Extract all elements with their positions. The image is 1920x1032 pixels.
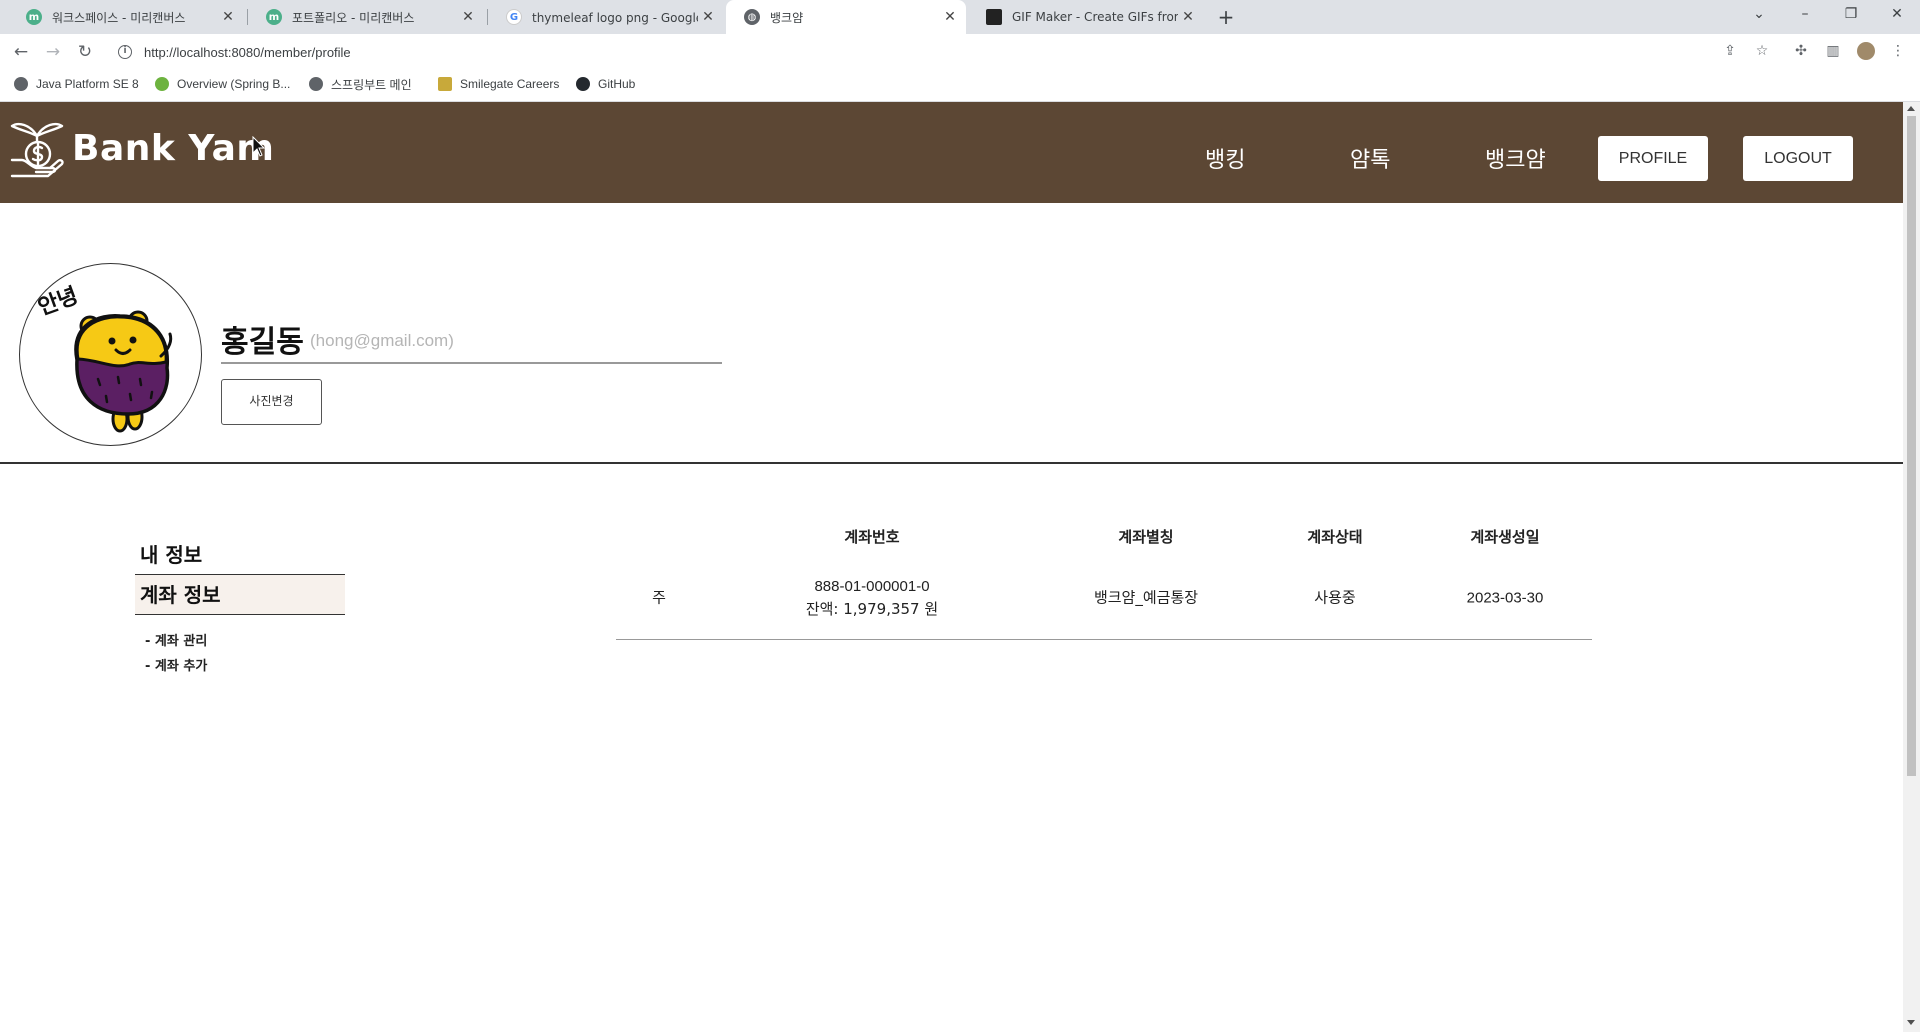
account-number: 888-01-000001-0	[814, 578, 930, 595]
github-icon	[576, 77, 590, 91]
scrollbar-thumb[interactable]	[1907, 116, 1916, 776]
account-alias: 뱅크얌_예금통장	[1093, 588, 1199, 607]
side-panel-icon[interactable]: ▥	[1822, 40, 1844, 62]
google-icon: G	[506, 9, 522, 25]
account-type: 주	[652, 588, 666, 607]
column-account-alias: 계좌별칭	[1118, 528, 1174, 546]
money-hand-icon	[10, 122, 64, 178]
user-name: 홍길동	[221, 325, 304, 360]
bookmark-label: Smilegate Careers	[460, 77, 560, 91]
table-header: 계좌번호 계좌별칭 계좌상태 계좌생성일	[616, 526, 1592, 562]
globe-icon	[309, 77, 323, 91]
menu-account-add[interactable]: - 계좌 추가	[145, 654, 345, 679]
bookmark-item[interactable]: Overview (Spring B...	[155, 70, 290, 98]
sweet-potato-character-icon: 안녕	[35, 283, 173, 433]
menu-account-manage[interactable]: - 계좌 관리	[145, 629, 345, 654]
close-icon[interactable]: ✕	[218, 9, 238, 25]
tab-search-icon[interactable]: ⌄	[1736, 0, 1782, 30]
bookmark-item[interactable]: Smilegate Careers	[438, 70, 559, 98]
section-divider	[0, 462, 1903, 464]
profile-button[interactable]: PROFILE	[1598, 136, 1708, 181]
browser-tab[interactable]: m 워크스페이스 - 미리캔버스 ✕	[8, 0, 244, 34]
tab-title: 뱅크얌	[770, 10, 804, 25]
brand-logo[interactable]: Bank Yam	[8, 116, 274, 180]
logout-button[interactable]: LOGOUT	[1743, 136, 1853, 181]
extensions-icon[interactable]: ✣	[1790, 40, 1812, 62]
side-menu: 내 정보 계좌 정보 - 계좌 관리 - 계좌 추가	[135, 535, 345, 679]
menu-my-info[interactable]: 내 정보	[135, 535, 345, 575]
bookmark-label: Overview (Spring B...	[177, 77, 291, 91]
account-created-date: 2023-03-30	[1466, 589, 1544, 607]
reload-icon[interactable]: ↻	[73, 40, 97, 64]
bookmark-item[interactable]: 스프링부트 메인	[309, 70, 412, 98]
column-account-number: 계좌번호	[844, 528, 900, 546]
bookmarks-bar: Java Platform SE 8 Overview (Spring B...…	[0, 70, 1920, 102]
scroll-down-icon[interactable]	[1907, 1020, 1915, 1025]
close-icon[interactable]: ✕	[940, 9, 960, 25]
scroll-up-icon[interactable]	[1907, 106, 1915, 111]
back-icon[interactable]: ←	[9, 40, 33, 64]
account-table: 계좌번호 계좌별칭 계좌상태 계좌생성일 주 888-01-000001-0 잔…	[616, 526, 1592, 640]
site-header: Bank Yam 뱅킹 얌톡 뱅크얌 PROFILE LOGOUT	[0, 102, 1903, 203]
nav-banking[interactable]: 뱅킹	[1205, 142, 1245, 174]
close-icon[interactable]: ✕	[1178, 9, 1198, 25]
restore-icon[interactable]: ❐	[1828, 0, 1874, 30]
change-photo-button[interactable]: 사진변경	[221, 379, 322, 425]
globe-icon	[14, 77, 28, 91]
miricanvas-icon: m	[26, 9, 42, 25]
tab-title: 포트폴리오 - 미리캔버스	[292, 10, 415, 25]
account-balance: 잔액: 1,979,357 원	[805, 600, 939, 618]
browser-tab[interactable]: m 포트폴리오 - 미리캔버스 ✕	[248, 0, 484, 34]
browser-tab-active[interactable]: ◍ 뱅크얌 ✕	[726, 0, 966, 34]
table-row[interactable]: 주 888-01-000001-0 잔액: 1,979,357 원 뱅크얌_예금…	[616, 562, 1592, 640]
browser-tab[interactable]: G thymeleaf logo png - Google 검 ✕	[488, 0, 724, 34]
bookmark-label: Java Platform SE 8	[36, 77, 139, 91]
spring-icon	[155, 77, 169, 91]
tab-title: thymeleaf logo png - Google 검	[532, 10, 698, 25]
minimize-icon[interactable]: –	[1782, 0, 1828, 30]
column-created-date: 계좌생성일	[1470, 528, 1540, 546]
brand-name: Bank Yam	[72, 127, 275, 169]
name-underline	[221, 362, 722, 364]
account-number-cell: 888-01-000001-0 잔액: 1,979,357 원	[806, 575, 938, 621]
globe-icon: ◍	[744, 9, 760, 25]
menu-account-info[interactable]: 계좌 정보	[135, 575, 345, 615]
mouse-cursor-icon	[252, 136, 266, 157]
forward-icon[interactable]: →	[41, 40, 65, 64]
tab-title: GIF Maker - Create GIFs from V	[1012, 10, 1178, 24]
avatar-greeting: 안녕	[35, 283, 82, 320]
smilegate-icon	[438, 77, 452, 91]
browser-tab-strip: m 워크스페이스 - 미리캔버스 ✕ m 포트폴리오 - 미리캔버스 ✕ G t…	[0, 0, 1920, 34]
profile-avatar-icon[interactable]	[1855, 40, 1877, 62]
address-url[interactable]: http://localhost:8080/member/profile	[144, 45, 351, 60]
share-icon[interactable]: ⇪	[1719, 40, 1741, 62]
bookmark-label: 스프링부트 메인	[331, 77, 412, 92]
gif-maker-icon	[986, 9, 1002, 25]
site-info-icon[interactable]: i	[118, 45, 132, 59]
miricanvas-icon: m	[266, 9, 282, 25]
profile-avatar: 안녕	[19, 263, 202, 446]
new-tab-button[interactable]: +	[1213, 4, 1239, 30]
column-account-status: 계좌상태	[1307, 528, 1363, 546]
window-close-icon[interactable]: ✕	[1874, 0, 1920, 30]
bookmark-item[interactable]: Java Platform SE 8	[14, 70, 139, 98]
bookmark-label: GitHub	[598, 77, 636, 91]
bookmark-item[interactable]: GitHub	[576, 70, 635, 98]
browser-toolbar: ← → ↻ i http://localhost:8080/member/pro…	[0, 34, 1920, 70]
close-icon[interactable]: ✕	[698, 9, 718, 25]
nav-bankyam[interactable]: 뱅크얌	[1485, 142, 1546, 174]
page-scrollbar[interactable]	[1903, 102, 1920, 1032]
account-status: 사용중	[1314, 588, 1356, 607]
address-bar[interactable]: i http://localhost:8080/member/profile	[108, 37, 1768, 67]
nav-yamtalk[interactable]: 얌톡	[1350, 142, 1390, 174]
menu-dots-icon[interactable]: ⋮	[1887, 40, 1909, 62]
browser-tab[interactable]: GIF Maker - Create GIFs from V ✕	[968, 0, 1204, 34]
tab-title: 워크스페이스 - 미리캔버스	[52, 10, 186, 25]
user-email: (hong@gmail.com)	[310, 331, 454, 350]
close-icon[interactable]: ✕	[458, 9, 478, 25]
bookmark-star-icon[interactable]: ☆	[1751, 40, 1773, 62]
